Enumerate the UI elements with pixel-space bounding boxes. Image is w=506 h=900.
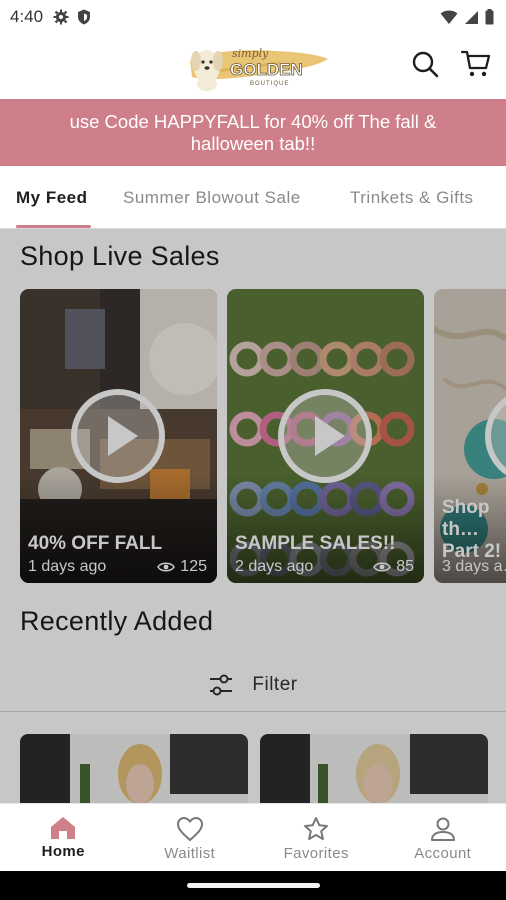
play-icon[interactable] xyxy=(277,388,373,484)
live-sale-title: SAMPLE SALES!! xyxy=(235,533,396,554)
battery-icon xyxy=(485,9,494,25)
play-icon[interactable] xyxy=(484,388,506,484)
promo-text: use Code HAPPYFALL for 40% off The fall … xyxy=(69,110,437,154)
brand-logo[interactable]: simply GOLDEN BOUTIQUE xyxy=(180,37,330,93)
logo-script-text: simply xyxy=(232,47,269,60)
nav-account-label: Account xyxy=(414,845,472,862)
cart-icon xyxy=(461,50,491,77)
eye-icon xyxy=(373,562,392,572)
heart-icon xyxy=(176,816,203,842)
nav-home-label: Home xyxy=(41,843,85,860)
tab-my-feed[interactable]: My Feed xyxy=(16,166,88,228)
logo-sub-text: BOUTIQUE xyxy=(250,81,289,87)
filter-label: Filter xyxy=(252,673,298,695)
live-sale-date: 3 days a… xyxy=(442,558,506,575)
nav-home[interactable]: Home xyxy=(0,804,127,871)
wifi-icon xyxy=(440,10,458,24)
cart-button[interactable] xyxy=(460,48,492,80)
status-time: 4:40 xyxy=(10,7,44,26)
filter-icon xyxy=(210,674,233,695)
nav-favorites[interactable]: Favorites xyxy=(253,804,380,871)
live-sale-date: 2 days ago xyxy=(235,558,314,575)
filter-button[interactable]: Filter xyxy=(0,658,506,712)
product-card[interactable] xyxy=(20,734,248,803)
status-bar: 4:40 xyxy=(0,0,506,34)
live-sale-date: 1 days ago xyxy=(28,558,107,575)
nav-waitlist[interactable]: Waitlist xyxy=(127,804,254,871)
promo-banner[interactable]: use Code HAPPYFALL for 40% off The fall … xyxy=(0,99,506,166)
search-button[interactable] xyxy=(409,48,441,80)
active-tab-indicator xyxy=(16,225,91,228)
tab-summer-blowout-sale[interactable]: Summer Blowout Sale xyxy=(123,166,301,228)
star-icon xyxy=(304,817,329,840)
live-sale-card[interactable]: Shop th… Part 2! 3 days a… xyxy=(434,289,506,583)
signal-icon xyxy=(465,10,478,24)
status-left-icons xyxy=(53,9,91,25)
view-count-value: 125 xyxy=(180,558,207,575)
app-header: simply GOLDEN BOUTIQUE xyxy=(0,34,506,98)
nav-favorites-label: Favorites xyxy=(283,845,349,862)
nav-account[interactable]: Account xyxy=(380,804,506,871)
nav-waitlist-label: Waitlist xyxy=(164,845,216,862)
category-tabs: My Feed Summer Blowout Sale Trinkets & G… xyxy=(0,166,506,229)
eye-icon xyxy=(157,562,176,572)
live-sale-title: Shop th… Part 2! xyxy=(442,497,502,562)
bottom-navigation: Home Waitlist Favorites Account xyxy=(0,803,506,871)
product-card[interactable] xyxy=(260,734,488,803)
feed[interactable]: Shop Live Sales 40% OFF FALL 1 days ago xyxy=(0,229,506,803)
home-icon xyxy=(51,817,76,839)
account-icon xyxy=(430,817,455,841)
live-sale-card[interactable]: SAMPLE SALES!! 2 days ago 85 xyxy=(227,289,424,583)
live-sale-title: 40% OFF FALL xyxy=(28,533,163,554)
status-right-icons xyxy=(440,9,494,25)
logo-main-text: GOLDEN xyxy=(230,60,303,79)
live-sale-card[interactable]: 40% OFF FALL 1 days ago 125 xyxy=(20,289,217,583)
view-count: 85 xyxy=(373,558,414,576)
product-image xyxy=(20,734,248,803)
system-navigation-bar xyxy=(0,871,506,900)
product-image xyxy=(260,734,488,803)
play-icon[interactable] xyxy=(70,388,166,484)
shield-icon xyxy=(78,9,91,25)
recently-added-title: Recently Added xyxy=(20,606,214,636)
view-count-value: 85 xyxy=(396,558,414,575)
search-icon xyxy=(412,51,439,78)
shop-live-sales-title: Shop Live Sales xyxy=(20,241,220,271)
view-count: 125 xyxy=(157,558,207,576)
gear-icon xyxy=(53,9,69,25)
home-gesture-handle[interactable] xyxy=(187,883,320,888)
tab-trinkets-gifts[interactable]: Trinkets & Gifts xyxy=(350,166,474,228)
